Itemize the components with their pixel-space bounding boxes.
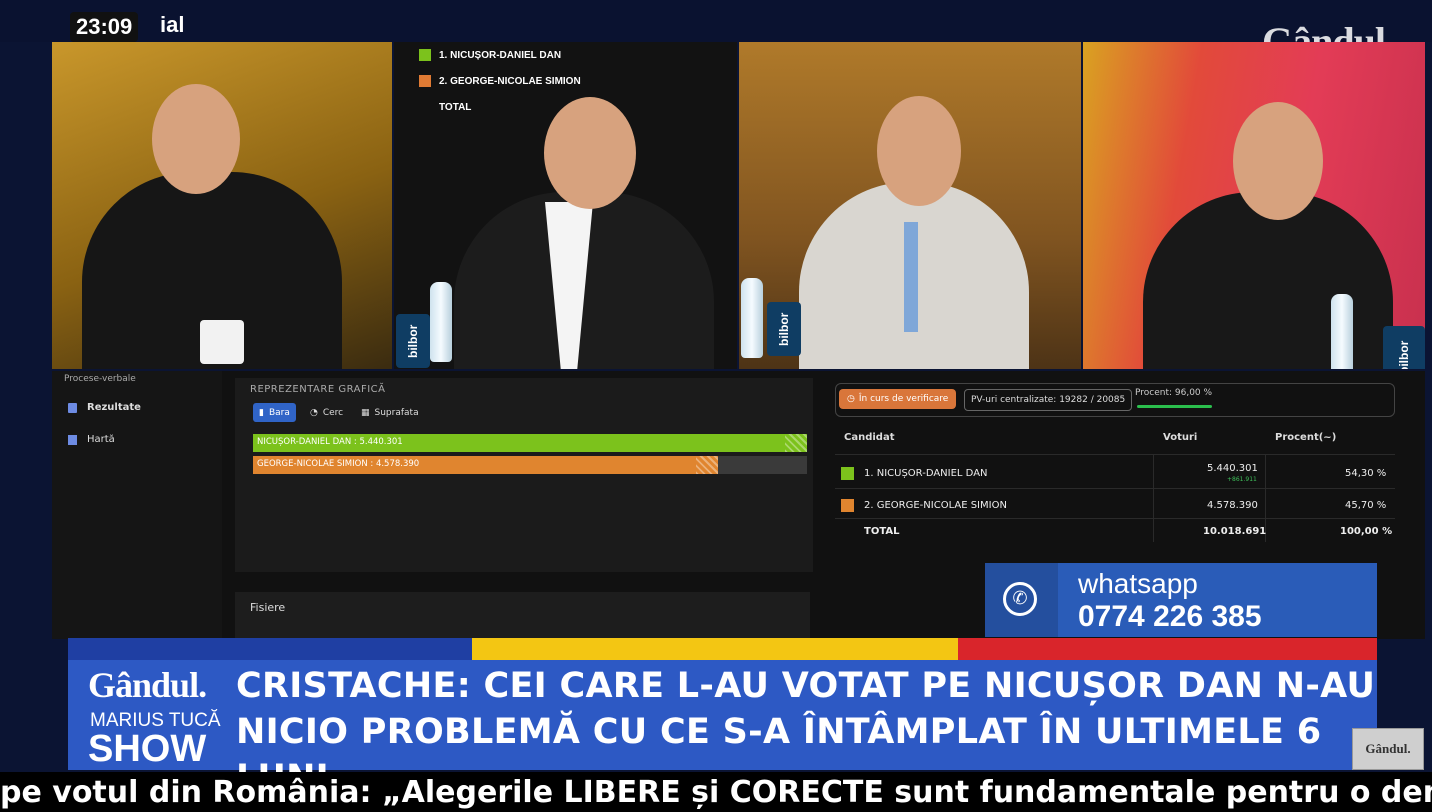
view-bar-button[interactable]: ▮ Bara <box>253 403 296 422</box>
whatsapp-icon: ✆ <box>1003 582 1037 616</box>
whatsapp-label: whatsapp <box>1078 568 1198 599</box>
legend-label: 2. GEORGE-NICOLAE SIMION <box>439 75 581 87</box>
sidebar-item-label: Rezultate <box>87 402 141 413</box>
total-votes: 10.018.691 <box>1203 526 1267 537</box>
table-row: 2. GEORGE-NICOLAE SIMION 4.578.390 45,70… <box>835 488 1395 519</box>
candidate-swatch <box>841 467 854 480</box>
area-chart-icon: ▦ <box>361 407 370 418</box>
camera-panel-4: bilbor <box>1083 42 1425 369</box>
files-title: Fisiere <box>250 601 286 614</box>
pv-count-badge: PV-uri centralizate: 19282 / 20085 <box>964 389 1133 411</box>
guest-3-tie <box>904 222 918 332</box>
total-label: TOTAL <box>864 526 900 537</box>
vote-count: 5.440.301 <box>1207 463 1258 474</box>
legend-label: TOTAL <box>439 101 472 113</box>
candidate-name: 1. NICUȘOR-DANIEL DAN <box>864 468 988 479</box>
flag-stripe-yellow <box>472 638 958 660</box>
bar-chart-icon: ▮ <box>259 407 264 418</box>
table-row-total: TOTAL 10.018.691 100,00 % <box>835 518 1395 545</box>
header-voturi: Voturi <box>1163 432 1198 443</box>
view-circle-button[interactable]: ◔ Cerc <box>304 403 349 422</box>
sidebar-title: Procese-verbale <box>64 374 136 384</box>
header-candidat: Candidat <box>844 432 895 443</box>
legend-swatch <box>419 75 431 87</box>
result-bar: NICUȘOR-DANIEL DAN : 5.440.301 <box>253 434 807 452</box>
view-area-button[interactable]: ▦ Suprafata <box>355 403 425 422</box>
graph-title: REPREZENTARE GRAFICĂ <box>250 384 386 395</box>
vote-count: 4.578.390 <box>1207 500 1258 511</box>
flag-stripe-red <box>958 638 1377 660</box>
total-percent: 100,00 % <box>1340 526 1393 537</box>
guest-4-head <box>1233 102 1323 220</box>
show-logo-title: SHOW <box>88 728 207 770</box>
verification-status-badge: ◷ În curs de verificare <box>839 389 957 409</box>
guest-3-head <box>877 96 961 206</box>
coffee-mug <box>200 320 244 364</box>
corner-logo: Gândul. <box>1352 728 1424 770</box>
procent-progress <box>1137 405 1212 408</box>
branded-cup: bilbor <box>396 314 430 368</box>
candidate-name: 2. GEORGE-NICOLAE SIMION <box>864 500 1007 511</box>
guest-2-head <box>544 97 636 209</box>
vote-delta: +861.911 <box>1227 476 1257 483</box>
result-bar: GEORGE-NICOLAE SIMION : 4.578.390 <box>253 456 807 474</box>
procent-label: Procent: 96,00 % <box>1135 388 1213 398</box>
table-row: 1. NICUȘOR-DANIEL DAN 5.440.301 +861.911… <box>835 454 1395 489</box>
results-legend: 1. NICUȘOR-DANIEL DAN 2. GEORGE-NICOLAE … <box>419 42 581 120</box>
files-card <box>235 592 810 639</box>
water-bottle <box>741 278 763 358</box>
ticker-text: pe votul din România: „Alegerile LIBERE … <box>0 775 1432 810</box>
camera-panel-1 <box>52 42 392 369</box>
pie-chart-icon: ◔ <box>310 407 318 418</box>
clock-icon: ◷ <box>847 394 855 404</box>
vote-percent: 54,30 % <box>1345 468 1387 479</box>
sidebar-item-label: Hartă <box>87 434 115 445</box>
result-bar-hatch <box>696 456 718 474</box>
sidebar-item-rezultate[interactable]: Rezultate <box>68 402 141 413</box>
guest-1-head <box>152 84 240 194</box>
branded-cup: bilbor <box>1383 326 1425 369</box>
legend-swatch <box>419 49 431 61</box>
legend-item: 2. GEORGE-NICOLAE SIMION <box>419 68 581 94</box>
legend-label: 1. NICUȘOR-DANIEL DAN <box>439 49 562 61</box>
legend-item: 1. NICUȘOR-DANIEL DAN <box>419 42 581 68</box>
show-logo-brand: Gândul. <box>88 665 207 705</box>
candidate-swatch <box>841 499 854 512</box>
vote-percent: 45,70 % <box>1345 500 1387 511</box>
clock: 23:09 <box>70 12 139 42</box>
flag-stripe-blue <box>68 638 472 660</box>
top-strip <box>0 0 1432 42</box>
map-icon <box>68 434 77 445</box>
channel-name-fragment: ial <box>160 12 185 37</box>
result-bar-label: GEORGE-NICOLAE SIMION : 4.578.390 <box>257 459 420 469</box>
result-bar-hatch <box>785 434 807 452</box>
headline-line-1: CRISTACHE: CEI CARE L-AU VOTAT PE NICUȘO… <box>236 666 1376 706</box>
branded-cup: bilbor <box>767 302 801 356</box>
water-bottle <box>1331 294 1353 369</box>
water-bottle <box>430 282 452 362</box>
result-bar-label: NICUȘOR-DANIEL DAN : 5.440.301 <box>257 437 403 447</box>
whatsapp-number: 0774 226 385 <box>1078 600 1262 633</box>
camera-panel-3: bilbor <box>739 42 1081 369</box>
header-procent: Procent(~) <box>1275 432 1337 443</box>
camera-panel-2: 1. NICUȘOR-DANIEL DAN 2. GEORGE-NICOLAE … <box>394 42 737 369</box>
document-icon <box>68 402 77 413</box>
sidebar-item-harta[interactable]: Hartă <box>68 434 115 445</box>
